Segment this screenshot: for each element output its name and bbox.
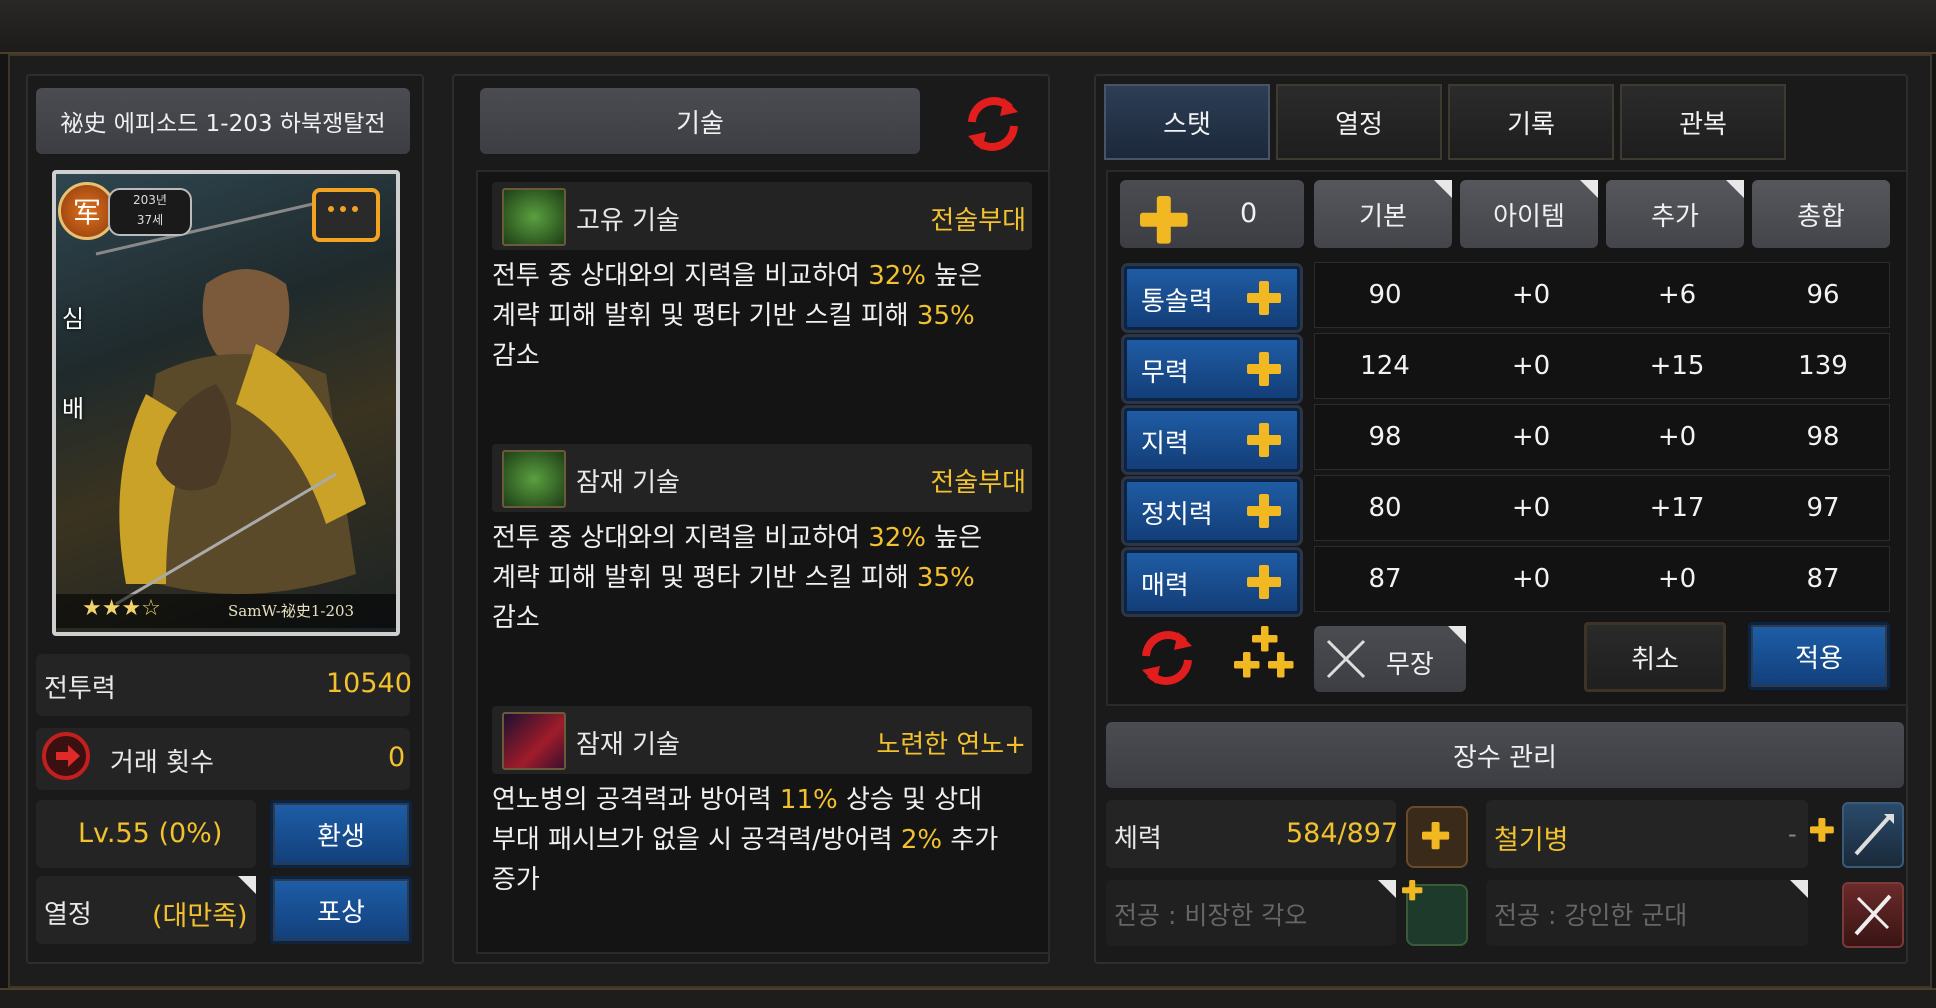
stat-row-leadership: 90 +0 +6 96 bbox=[1314, 262, 1890, 328]
trade-row bbox=[36, 728, 410, 790]
passion-label: 열정 bbox=[44, 900, 92, 930]
plus-icon bbox=[1247, 423, 1281, 457]
cancel-button[interactable]: 취소 bbox=[1584, 622, 1726, 692]
combat-power-value: 10540 bbox=[326, 668, 412, 699]
tab-costume[interactable]: 관복 bbox=[1620, 84, 1786, 160]
special-2: 전공 : 강인한 군대 bbox=[1494, 901, 1688, 930]
general-card[interactable]: 军 203년 37세 심배 ★★★☆ SamW-祕史1-203 bbox=[52, 170, 400, 636]
col-item[interactable]: 아이템 bbox=[1460, 180, 1598, 248]
skill-header-1[interactable]: 고유 기술 전술부대 bbox=[492, 182, 1032, 250]
trade-arrow-icon[interactable] bbox=[42, 732, 90, 780]
badge-year: 203년 bbox=[133, 193, 167, 207]
card-name-vertical: 심배 bbox=[62, 305, 85, 423]
col-extra[interactable]: 추가 bbox=[1606, 180, 1744, 248]
skill-header-2[interactable]: 잠재 기술 전술부대 bbox=[492, 444, 1032, 512]
special-1: 전공 : 비장한 각오 bbox=[1114, 901, 1308, 930]
unit-type: 철기병 bbox=[1494, 825, 1569, 856]
col-total: 총합 bbox=[1752, 180, 1890, 248]
tab-record[interactable]: 기록 bbox=[1448, 84, 1614, 160]
weapon-filter-label: 무장 bbox=[1386, 650, 1434, 680]
stat-row-war: 124 +0 +15 139 bbox=[1314, 333, 1890, 399]
hp-value: 584/897 bbox=[1286, 818, 1399, 849]
level-text: Lv.55 (0%) bbox=[78, 818, 223, 849]
general-portrait bbox=[95, 192, 366, 606]
stat-points-box: 0 bbox=[1120, 180, 1304, 248]
refresh-skill-icon[interactable] bbox=[958, 92, 1028, 156]
skill-category-3: 노련한 연노+ bbox=[876, 730, 1026, 760]
episode-title-text: 祕史 에피소드 1-203 하북쟁탈전 bbox=[60, 111, 386, 137]
auto-distribute-icon[interactable] bbox=[1234, 626, 1304, 688]
stat-war-button[interactable]: 무력 bbox=[1124, 337, 1300, 401]
plus-icon bbox=[1247, 565, 1281, 599]
hp-potion-icon[interactable] bbox=[1406, 806, 1468, 868]
unit-dash: - bbox=[1788, 820, 1797, 848]
crossed-swords-icon bbox=[1326, 639, 1366, 679]
stat-row-politics: 80 +0 +17 97 bbox=[1314, 475, 1890, 541]
plus-icon bbox=[1247, 494, 1281, 528]
skill-category-2: 전술부대 bbox=[930, 468, 1026, 498]
stat-row-charm: 87 +0 +0 87 bbox=[1314, 546, 1890, 612]
episode-title: 祕史 에피소드 1-203 하북쟁탈전 bbox=[36, 88, 410, 154]
weapon-filter-button[interactable]: 무장 bbox=[1314, 626, 1466, 692]
plus-icon bbox=[1247, 352, 1281, 386]
hp-label: 체력 bbox=[1114, 824, 1162, 854]
skill-description-2: 전투 중 상대와의 지력을 비교하여 32% 높은 계략 피해 발휘 및 평타 … bbox=[492, 523, 983, 633]
plus-icon[interactable] bbox=[1810, 818, 1834, 842]
stat-points-value: 0 bbox=[1240, 198, 1258, 229]
card-stars: ★★★☆ bbox=[82, 596, 161, 621]
skill-category-1: 전술부대 bbox=[930, 206, 1026, 236]
rebirth-button[interactable]: 환생 bbox=[270, 800, 412, 868]
card-code: SamW-祕史1-203 bbox=[228, 602, 355, 620]
skill-title-text: 기술 bbox=[676, 108, 724, 139]
badge-age: 37세 bbox=[136, 213, 164, 227]
tab-passion[interactable]: 열정 bbox=[1276, 84, 1442, 160]
reward-button-label: 포상 bbox=[317, 897, 365, 928]
skill-description-1: 전투 중 상대와의 지력을 비교하여 32% 높은 계략 피해 발휘 및 평타 … bbox=[492, 261, 983, 371]
skill-type-2: 잠재 기술 bbox=[576, 468, 680, 498]
turtle-skill-icon bbox=[502, 188, 566, 246]
rebirth-button-label: 환생 bbox=[317, 821, 365, 852]
stat-intelligence-button[interactable]: 지력 bbox=[1124, 408, 1300, 472]
skill-type-3: 잠재 기술 bbox=[576, 730, 680, 760]
stat-politics-button[interactable]: 정치력 bbox=[1124, 479, 1300, 543]
stat-charm-button[interactable]: 매력 bbox=[1124, 550, 1300, 614]
trade-value: 0 bbox=[388, 742, 406, 773]
plus-icon bbox=[1247, 281, 1281, 315]
skill-description-3: 연노병의 공격력과 방어력 11% 상승 및 상대 부대 패시브가 없을 시 공… bbox=[492, 785, 999, 895]
general-manage-button[interactable]: 장수 관리 bbox=[1106, 722, 1904, 788]
card-footer: ★★★☆ SamW-祕史1-203 bbox=[56, 594, 396, 628]
special-add-icon[interactable] bbox=[1402, 880, 1468, 946]
col-base[interactable]: 기본 bbox=[1314, 180, 1452, 248]
plus-icon bbox=[1140, 196, 1188, 244]
cavalry-icon[interactable] bbox=[1842, 802, 1904, 868]
bottom-frame bbox=[0, 988, 1936, 1008]
tab-stats[interactable]: 스탯 bbox=[1104, 84, 1270, 160]
skill-title: 기술 bbox=[480, 88, 920, 154]
chat-icon[interactable] bbox=[312, 188, 380, 242]
trade-label: 거래 횟수 bbox=[110, 748, 214, 778]
skill-header-3[interactable]: 잠재 기술 노련한 연노+ bbox=[492, 706, 1032, 774]
stat-leadership-button[interactable]: 통솔력 bbox=[1124, 266, 1300, 330]
reward-button[interactable]: 포상 bbox=[270, 876, 412, 944]
turtle-skill-icon bbox=[502, 450, 566, 508]
year-badge: 203년 37세 bbox=[108, 188, 192, 236]
reset-stats-icon[interactable] bbox=[1132, 626, 1202, 690]
combat-power-label: 전투력 bbox=[44, 674, 116, 704]
crossbow-skill-icon bbox=[502, 712, 566, 770]
stat-row-intelligence: 98 +0 +0 98 bbox=[1314, 404, 1890, 470]
top-frame bbox=[0, 0, 1936, 54]
apply-button[interactable]: 적용 bbox=[1748, 622, 1890, 690]
passion-value: (대만족) bbox=[152, 901, 248, 932]
skill-type-1: 고유 기술 bbox=[576, 206, 680, 236]
army-badge-char: 军 bbox=[72, 196, 101, 229]
crossbow-icon[interactable] bbox=[1842, 882, 1904, 948]
